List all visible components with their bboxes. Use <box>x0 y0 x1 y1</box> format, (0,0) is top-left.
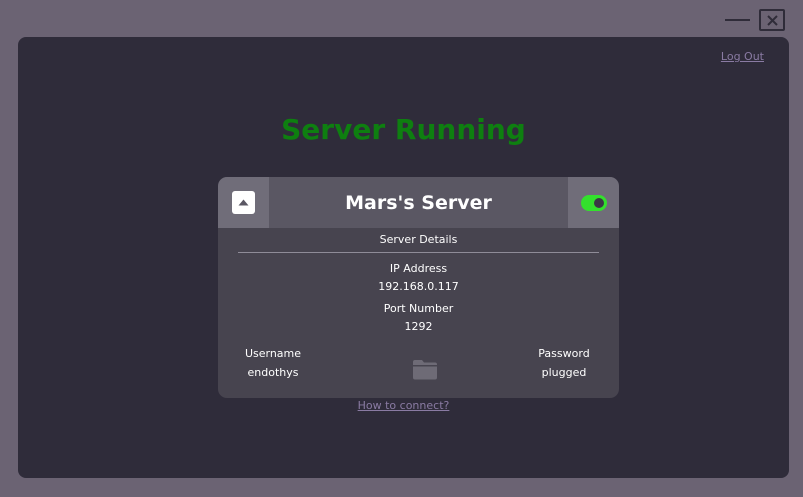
server-details-heading: Server Details <box>379 233 458 246</box>
credentials-row: Username endothys Password plugged <box>218 347 619 387</box>
close-icon <box>766 14 778 26</box>
minimize-icon <box>724 19 750 21</box>
toggle-knob <box>593 197 604 208</box>
window-controls <box>724 9 785 31</box>
port-number-section: Port Number 1292 <box>218 302 619 334</box>
how-to-connect-link[interactable]: How to connect? <box>18 399 789 412</box>
server-status-title: Server Running <box>281 113 526 146</box>
server-name: Mars's Server <box>345 191 492 214</box>
port-number-label: Port Number <box>383 302 454 315</box>
password-section: Password plugged <box>509 347 619 379</box>
collapse-button[interactable] <box>218 177 269 228</box>
main-panel: Log Out Server Running Mars's Server Ser… <box>18 37 789 478</box>
password-label: Password <box>538 347 590 360</box>
username-label: Username <box>244 347 302 360</box>
ip-address-label: IP Address <box>389 262 448 275</box>
chevron-up-icon <box>232 191 255 214</box>
folder-icon <box>413 360 437 380</box>
close-button[interactable] <box>759 9 785 31</box>
divider <box>238 252 599 253</box>
ip-address-section: IP Address 192.168.0.117 <box>218 262 619 294</box>
ip-address-value: 192.168.0.117 <box>378 280 459 293</box>
server-toggle-button[interactable] <box>568 177 619 228</box>
minimize-button[interactable] <box>724 10 750 30</box>
password-value: plugged <box>541 366 587 379</box>
server-card-header: Mars's Server <box>218 177 619 228</box>
server-card: Mars's Server Server Details IP Address … <box>218 177 619 398</box>
port-number-value: 1292 <box>404 320 433 333</box>
open-folder-button[interactable] <box>412 357 438 381</box>
username-section: Username endothys <box>218 347 328 379</box>
toggle-switch[interactable] <box>580 194 607 211</box>
username-value: endothys <box>247 366 299 379</box>
logout-link[interactable]: Log Out <box>721 50 764 63</box>
